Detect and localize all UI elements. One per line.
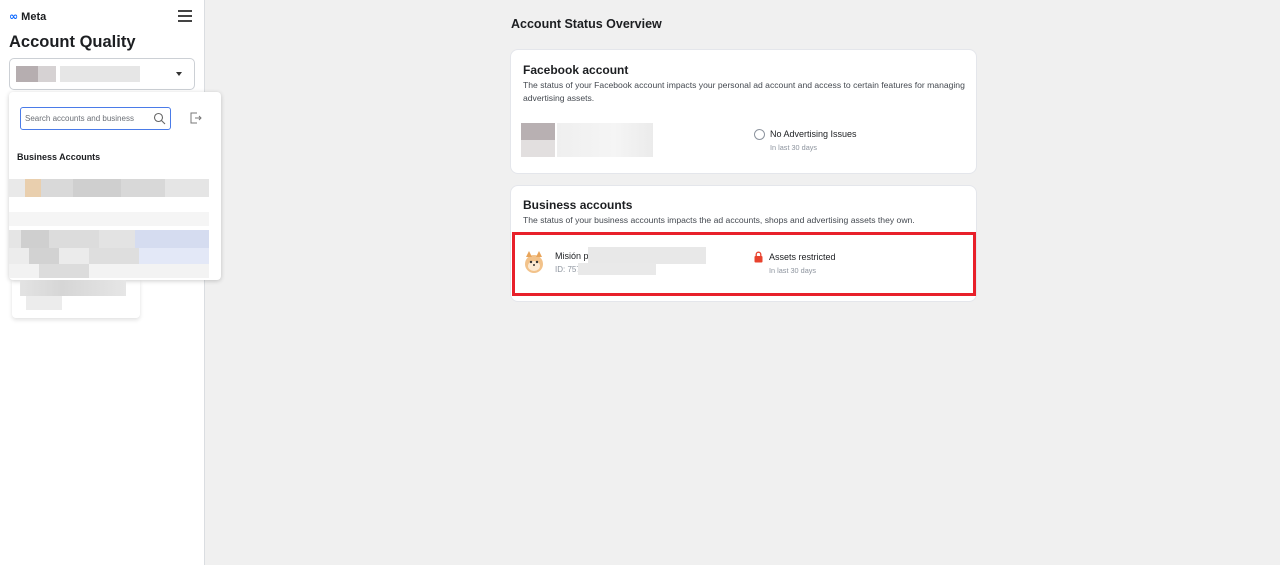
blurred-business-item	[20, 280, 126, 296]
blurred-business-item[interactable]	[9, 212, 209, 226]
business-accounts-description: The status of your business accounts imp…	[523, 215, 915, 225]
business-account-name[interactable]: Misión p	[555, 251, 589, 261]
hamburger-menu-icon[interactable]	[178, 10, 192, 23]
section-label-business-accounts: Business Accounts	[17, 152, 101, 162]
account-dropdown: Business Accounts	[9, 92, 221, 280]
blurred-business-item	[9, 264, 209, 278]
account-status-overview-title: Account Status Overview	[511, 17, 662, 31]
business-avatar-icon	[525, 251, 543, 273]
exit-icon[interactable]	[189, 111, 202, 125]
blurred-business-id	[578, 263, 656, 275]
business-accounts-title: Business accounts	[523, 198, 633, 212]
blurred-profile-avatar	[521, 123, 555, 157]
brand-name: Meta	[21, 11, 47, 23]
account-selector[interactable]	[9, 58, 195, 90]
facebook-account-description: The status of your Facebook account impa…	[523, 80, 965, 103]
lock-icon	[754, 251, 763, 263]
search-box[interactable]	[20, 107, 171, 130]
blurred-profile-name	[557, 123, 653, 157]
page-title: Account Quality	[9, 33, 136, 51]
facebook-status-period: In last 30 days	[770, 143, 818, 152]
facebook-status-text[interactable]: No Advertising Issues	[770, 129, 857, 139]
search-input[interactable]	[25, 111, 145, 126]
blurred-business-item[interactable]	[9, 230, 209, 248]
business-status-text[interactable]: Assets restricted	[769, 252, 836, 262]
search-icon[interactable]	[153, 112, 166, 125]
business-status-period: In last 30 days	[769, 266, 817, 275]
blurred-account-avatar	[16, 66, 56, 82]
blurred-business-name	[588, 247, 706, 264]
meta-logo-icon: ∞	[9, 10, 19, 23]
blurred-business-item[interactable]	[9, 248, 209, 264]
blurred-business-item	[26, 296, 62, 310]
chevron-down-icon	[176, 72, 182, 76]
facebook-account-title: Facebook account	[523, 63, 629, 77]
status-radio-icon	[754, 129, 765, 140]
blurred-account-name	[60, 66, 140, 82]
facebook-account-card: Facebook account The status of your Face…	[510, 49, 977, 174]
meta-logo[interactable]: ∞ Meta	[9, 10, 47, 24]
blurred-business-item[interactable]	[9, 179, 209, 197]
